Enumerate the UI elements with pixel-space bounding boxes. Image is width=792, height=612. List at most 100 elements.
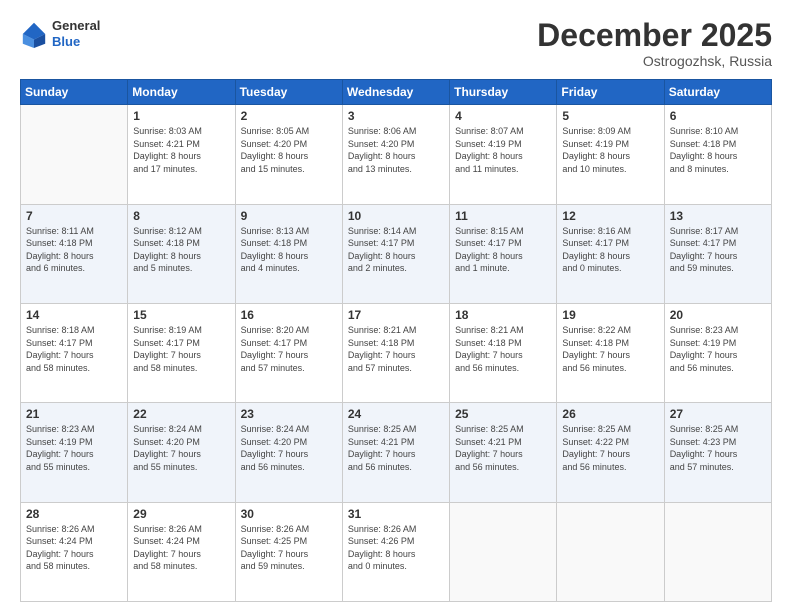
logo-blue-text: Blue [52,34,100,50]
calendar-cell: 1 Sunrise: 8:03 AM Sunset: 4:21 PM Daylig… [128,105,235,204]
calendar-cell: 9 Sunrise: 8:13 AM Sunset: 4:18 PM Daylig… [235,204,342,303]
day-info: Sunrise: 8:16 AM Sunset: 4:17 PM Dayligh… [562,225,658,275]
day-number: 23 [241,407,337,421]
day-number: 21 [26,407,122,421]
calendar-cell: 6Sunrise: 8:10 AM Sunset: 4:18 PM Daylig… [664,105,771,204]
day-number: 18 [455,308,551,322]
calendar-cell: 30 Sunrise: 8:26 AM Sunset: 4:25 PM Dayli… [235,502,342,601]
day-info: Sunrise: 8:24 AM Sunset: 4:20 PM Dayligh… [133,423,229,473]
calendar-cell: 3 Sunrise: 8:06 AM Sunset: 4:20 PM Daylig… [342,105,449,204]
calendar-cell [450,502,557,601]
weekday-header-wednesday: Wednesday [342,80,449,105]
day-number: 9 [241,209,337,223]
day-info: Sunrise: 8:14 AM Sunset: 4:17 PM Dayligh… [348,225,444,275]
calendar-cell [21,105,128,204]
day-info: Sunrise: 8:19 AM Sunset: 4:17 PM Dayligh… [133,324,229,374]
day-info: Sunrise: 8:20 AM Sunset: 4:17 PM Dayligh… [241,324,337,374]
day-number: 28 [26,507,122,521]
day-info: Sunrise: 8:26 AM Sunset: 4:24 PM Dayligh… [26,523,122,573]
day-info: Sunrise: 8:26 AM Sunset: 4:25 PM Dayligh… [241,523,337,573]
day-info: Sunrise: 8:10 AM Sunset: 4:18 PM Dayligh… [670,125,766,175]
day-info: Sunrise: 8:21 AM Sunset: 4:18 PM Dayligh… [455,324,551,374]
calendar-cell: 17Sunrise: 8:21 AM Sunset: 4:18 PM Dayli… [342,303,449,402]
calendar-cell [664,502,771,601]
day-number: 2 [241,109,337,123]
day-number: 3 [348,109,444,123]
logo-general-text: General [52,18,100,34]
day-info: Sunrise: 8:07 AM Sunset: 4:19 PM Dayligh… [455,125,551,175]
calendar-cell [557,502,664,601]
day-number: 12 [562,209,658,223]
calendar-cell: 19 Sunrise: 8:22 AM Sunset: 4:18 PM Dayli… [557,303,664,402]
calendar-week-row: 7 Sunrise: 8:11 AM Sunset: 4:18 PM Daylig… [21,204,772,303]
day-number: 22 [133,407,229,421]
calendar-cell: 22 Sunrise: 8:24 AM Sunset: 4:20 PM Dayli… [128,403,235,502]
day-number: 31 [348,507,444,521]
day-info: Sunrise: 8:26 AM Sunset: 4:26 PM Dayligh… [348,523,444,573]
calendar-cell: 28 Sunrise: 8:26 AM Sunset: 4:24 PM Dayli… [21,502,128,601]
calendar-cell: 15 Sunrise: 8:19 AM Sunset: 4:17 PM Dayli… [128,303,235,402]
weekday-header-saturday: Saturday [664,80,771,105]
day-info: Sunrise: 8:06 AM Sunset: 4:20 PM Dayligh… [348,125,444,175]
calendar-header-row: SundayMondayTuesdayWednesdayThursdayFrid… [21,80,772,105]
day-info: Sunrise: 8:03 AM Sunset: 4:21 PM Dayligh… [133,125,229,175]
day-info: Sunrise: 8:25 AM Sunset: 4:21 PM Dayligh… [348,423,444,473]
calendar-cell: 27 Sunrise: 8:25 AM Sunset: 4:23 PM Dayli… [664,403,771,502]
day-number: 20 [670,308,766,322]
calendar-cell: 13 Sunrise: 8:17 AM Sunset: 4:17 PM Dayli… [664,204,771,303]
day-number: 15 [133,308,229,322]
location: Ostrogozhsk, Russia [537,53,772,69]
day-info: Sunrise: 8:25 AM Sunset: 4:22 PM Dayligh… [562,423,658,473]
logo-text: General Blue [52,18,100,49]
weekday-header-tuesday: Tuesday [235,80,342,105]
day-number: 25 [455,407,551,421]
logo: General Blue [20,18,100,49]
calendar-cell: 16 Sunrise: 8:20 AM Sunset: 4:17 PM Dayli… [235,303,342,402]
calendar-cell: 20 Sunrise: 8:23 AM Sunset: 4:19 PM Dayli… [664,303,771,402]
calendar-cell: 26Sunrise: 8:25 AM Sunset: 4:22 PM Dayli… [557,403,664,502]
day-number: 16 [241,308,337,322]
day-info: Sunrise: 8:26 AM Sunset: 4:24 PM Dayligh… [133,523,229,573]
day-info: Sunrise: 8:17 AM Sunset: 4:17 PM Dayligh… [670,225,766,275]
day-info: Sunrise: 8:05 AM Sunset: 4:20 PM Dayligh… [241,125,337,175]
calendar-table: SundayMondayTuesdayWednesdayThursdayFrid… [20,79,772,602]
calendar-week-row: 28 Sunrise: 8:26 AM Sunset: 4:24 PM Dayli… [21,502,772,601]
page: General Blue December 2025 Ostrogozhsk, … [0,0,792,612]
day-number: 27 [670,407,766,421]
calendar-cell: 25Sunrise: 8:25 AM Sunset: 4:21 PM Dayli… [450,403,557,502]
weekday-header-thursday: Thursday [450,80,557,105]
day-info: Sunrise: 8:23 AM Sunset: 4:19 PM Dayligh… [670,324,766,374]
calendar-cell: 2 Sunrise: 8:05 AM Sunset: 4:20 PM Daylig… [235,105,342,204]
day-number: 30 [241,507,337,521]
day-info: Sunrise: 8:22 AM Sunset: 4:18 PM Dayligh… [562,324,658,374]
day-info: Sunrise: 8:24 AM Sunset: 4:20 PM Dayligh… [241,423,337,473]
month-title: December 2025 [537,18,772,53]
day-number: 1 [133,109,229,123]
day-number: 7 [26,209,122,223]
day-info: Sunrise: 8:25 AM Sunset: 4:23 PM Dayligh… [670,423,766,473]
calendar-cell: 18 Sunrise: 8:21 AM Sunset: 4:18 PM Dayli… [450,303,557,402]
calendar-cell: 21 Sunrise: 8:23 AM Sunset: 4:19 PM Dayli… [21,403,128,502]
calendar-week-row: 21 Sunrise: 8:23 AM Sunset: 4:19 PM Dayli… [21,403,772,502]
calendar-week-row: 1 Sunrise: 8:03 AM Sunset: 4:21 PM Daylig… [21,105,772,204]
day-info: Sunrise: 8:12 AM Sunset: 4:18 PM Dayligh… [133,225,229,275]
day-info: Sunrise: 8:13 AM Sunset: 4:18 PM Dayligh… [241,225,337,275]
day-number: 10 [348,209,444,223]
day-number: 19 [562,308,658,322]
day-number: 13 [670,209,766,223]
calendar-cell: 7 Sunrise: 8:11 AM Sunset: 4:18 PM Daylig… [21,204,128,303]
calendar-cell: 31 Sunrise: 8:26 AM Sunset: 4:26 PM Dayli… [342,502,449,601]
calendar-cell: 14Sunrise: 8:18 AM Sunset: 4:17 PM Dayli… [21,303,128,402]
day-number: 17 [348,308,444,322]
calendar-week-row: 14Sunrise: 8:18 AM Sunset: 4:17 PM Dayli… [21,303,772,402]
day-number: 4 [455,109,551,123]
day-info: Sunrise: 8:11 AM Sunset: 4:18 PM Dayligh… [26,225,122,275]
day-info: Sunrise: 8:15 AM Sunset: 4:17 PM Dayligh… [455,225,551,275]
calendar-cell: 10 Sunrise: 8:14 AM Sunset: 4:17 PM Dayli… [342,204,449,303]
day-number: 29 [133,507,229,521]
day-number: 8 [133,209,229,223]
day-number: 24 [348,407,444,421]
day-info: Sunrise: 8:23 AM Sunset: 4:19 PM Dayligh… [26,423,122,473]
title-block: December 2025 Ostrogozhsk, Russia [537,18,772,69]
calendar-cell: 12 Sunrise: 8:16 AM Sunset: 4:17 PM Dayli… [557,204,664,303]
